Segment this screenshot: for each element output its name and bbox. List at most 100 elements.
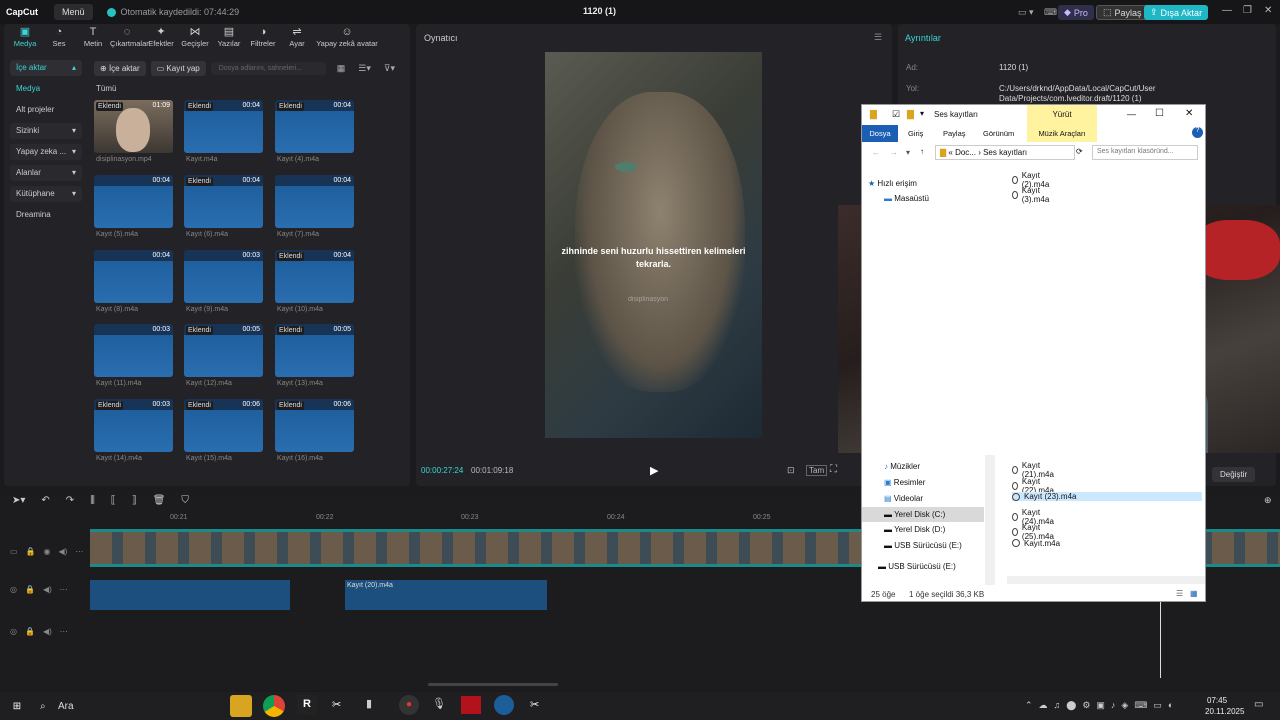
volume-icon[interactable]: ◀) — [59, 547, 68, 556]
audio-icon[interactable]: ◎ — [10, 585, 17, 594]
ratio-button[interactable]: Tam — [806, 465, 828, 476]
details-view-icon[interactable]: ☰ — [1176, 589, 1183, 598]
crop-icon[interactable]: ⊡ — [787, 465, 795, 476]
shield-icon[interactable]: ⛉ — [181, 495, 189, 506]
tab-adjust[interactable]: ⇌ Ayar — [280, 24, 314, 50]
video-thumbnail[interactable]: Eklendi 01:09 — [94, 100, 173, 153]
qat-dropdown-icon[interactable]: ▾ — [920, 109, 924, 118]
microphone-app-icon[interactable]: 🎙 — [432, 697, 446, 710]
select-tool-icon[interactable]: ➤▾ — [12, 495, 25, 506]
player-menu-icon[interactable]: ☰ — [874, 32, 882, 43]
audio-thumbnail[interactable]: Eklendi 00:06 — [275, 399, 354, 452]
nav-quick-access[interactable]: ★ Hızlı erişim — [868, 179, 917, 188]
delete-icon[interactable]: 🗑 — [153, 495, 166, 506]
audio-thumbnail[interactable]: 00:03 — [94, 324, 173, 377]
r-app-icon[interactable]: R — [297, 695, 317, 715]
up-icon[interactable]: ↑ — [920, 147, 924, 156]
zoom-in-icon[interactable]: ⊕ — [1264, 495, 1272, 506]
recent-dropdown-icon[interactable]: ▾ — [906, 148, 910, 157]
sidebar-item-dreamina[interactable]: Dreamina — [10, 207, 82, 223]
sidebar-item-library[interactable]: Kütüphane ▾ — [10, 186, 82, 202]
audio-thumbnail[interactable]: Eklendi 00:04 — [184, 175, 263, 228]
obs-icon[interactable]: ● — [399, 695, 419, 715]
sidebar-item-spaces[interactable]: Alanlar ▾ — [10, 165, 82, 181]
file-item[interactable]: Kayıt.m4a — [1012, 539, 1060, 548]
change-button[interactable]: Değiştir — [1212, 467, 1256, 482]
audio-thumbnail[interactable]: Eklendi 00:04 — [275, 100, 354, 153]
grid-view-icon[interactable]: ▦ — [337, 63, 346, 74]
sidebar-item-media[interactable]: Medya — [10, 81, 82, 97]
nav-videos[interactable]: ▤ Videolar — [884, 494, 923, 503]
notification-icon[interactable]: ▭ — [1254, 699, 1263, 710]
nav-disk-c[interactable]: ▬ Yerel Disk (C:) — [862, 507, 984, 522]
audio-thumbnail[interactable]: Eklendi 00:06 — [184, 399, 263, 452]
volume-icon[interactable]: ◀) — [43, 627, 52, 636]
steam-icon[interactable] — [494, 695, 514, 715]
tab-stickers[interactable]: ◌ Çıkartmalar — [110, 24, 149, 50]
refresh-icon[interactable]: ⟳ — [1076, 147, 1083, 156]
eye-icon[interactable]: ◉ — [44, 547, 51, 556]
volume-icon[interactable]: ◀) — [43, 585, 52, 594]
layout-icon[interactable]: ▭ ▾ — [1012, 5, 1040, 20]
media-search-input[interactable]: Dosya adlarını, sahneleri... — [210, 62, 326, 75]
minimize-icon[interactable]: — — [1222, 5, 1232, 16]
maximize-icon[interactable]: ☐ — [1155, 108, 1164, 119]
start-icon[interactable]: ⊞ — [6, 695, 28, 717]
more-icon[interactable]: ⋯ — [60, 585, 68, 594]
lock-icon[interactable]: 🔒 — [25, 585, 35, 594]
chrome-icon[interactable] — [263, 695, 285, 717]
lock-icon[interactable]: 🔒 — [26, 547, 36, 556]
redo-icon[interactable]: ↷ — [66, 495, 74, 506]
audio-thumbnail[interactable]: Eklendi 00:03 — [94, 399, 173, 452]
file-item[interactable]: Kayıt (3).m4a — [1012, 186, 1052, 204]
tab-text[interactable]: T Metin — [76, 24, 110, 50]
tab-filters[interactable]: ◑ Filtreler — [246, 24, 280, 50]
play-tab[interactable]: Yürüt — [1027, 105, 1097, 125]
taskbar-search[interactable]: Ara — [58, 701, 74, 712]
more-icon[interactable]: ⋯ — [60, 627, 68, 636]
tiles-view-icon[interactable]: ▦ — [1190, 589, 1198, 598]
tab-captions[interactable]: ▤ Yazılar — [212, 24, 246, 50]
file-explorer-icon[interactable] — [230, 695, 252, 717]
split-left-icon[interactable]: ⟦ — [111, 495, 116, 506]
red-app-icon[interactable] — [461, 696, 481, 714]
nav-scrollbar[interactable] — [985, 455, 995, 585]
playhead[interactable] — [1160, 602, 1161, 678]
audio-thumbnail[interactable]: Eklendi 00:05 — [184, 324, 263, 377]
tab-home[interactable]: Giriş — [908, 129, 923, 138]
pro-button[interactable]: ◆ Pro — [1058, 5, 1094, 20]
checkbox-icon[interactable]: ☑ — [892, 109, 900, 120]
help-icon[interactable]: ? — [1192, 127, 1203, 138]
forward-icon[interactable]: → — [890, 148, 898, 157]
nav-desktop[interactable]: ▬ Masaüstü — [884, 194, 929, 203]
audio-thumbnail[interactable]: 00:04 — [275, 175, 354, 228]
more-icon[interactable]: ⋯ — [75, 547, 83, 556]
sort-icon[interactable]: ☰▾ — [358, 63, 371, 74]
cover-icon[interactable]: ▭ — [10, 547, 18, 556]
close-icon[interactable]: ✕ — [1264, 5, 1272, 16]
search-icon[interactable]: ⌕ — [40, 701, 46, 712]
close-icon[interactable]: ✕ — [1185, 108, 1193, 119]
capcut-icon-2[interactable]: ✂ — [530, 698, 539, 711]
audio-thumbnail[interactable]: Eklendi 00:04 — [184, 100, 263, 153]
nav-music[interactable]: ♪ Müzikler — [884, 462, 920, 471]
audio-clip[interactable]: Kayıt (20).m4a — [345, 580, 547, 610]
mic-icon[interactable]: ▮ — [366, 697, 372, 710]
tab-transitions[interactable]: ⋈ Geçişler — [178, 24, 212, 50]
audio-clip[interactable] — [90, 580, 290, 610]
lock-icon[interactable]: 🔒 — [25, 627, 35, 636]
play-icon[interactable]: ▶ — [650, 464, 658, 477]
menu-button[interactable]: Menü — [54, 4, 93, 20]
minimize-icon[interactable]: — — [1127, 109, 1136, 119]
audio-icon[interactable]: ◎ — [10, 627, 17, 636]
address-bar[interactable]: ▇ « Doc... › Ses kayıtları — [935, 145, 1075, 160]
file-item[interactable]: Kayıt (23).m4a — [1012, 492, 1202, 501]
nav-usb-e[interactable]: ▬ USB Sürücüsü (E:) — [884, 541, 962, 550]
capcut-icon[interactable]: ✂ — [332, 698, 341, 711]
sidebar-item-subprojects[interactable]: Alt projeler — [10, 102, 82, 118]
back-icon[interactable]: ← — [872, 148, 880, 157]
tab-view[interactable]: Görünüm — [983, 129, 1014, 138]
tab-share[interactable]: Paylaş — [943, 129, 966, 138]
fullscreen-icon[interactable]: ⛶ — [830, 464, 837, 475]
audio-thumbnail[interactable]: Eklendi 00:05 — [275, 324, 354, 377]
